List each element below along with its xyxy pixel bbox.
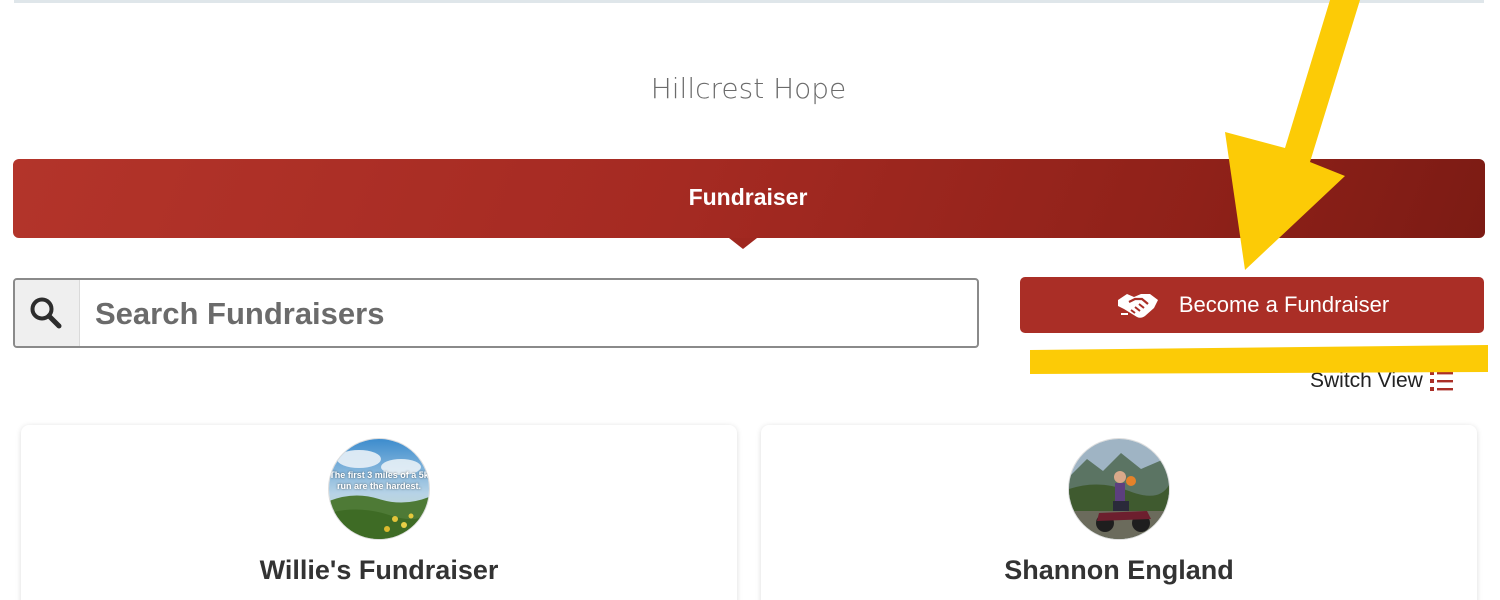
top-divider: [14, 0, 1484, 3]
switch-view-label: Switch View: [1310, 369, 1423, 392]
become-fundraiser-label: Become a Fundraiser: [1178, 292, 1390, 317]
fundraiser-name[interactable]: Shannon England: [761, 555, 1477, 586]
fundraiser-card[interactable]: Shannon England: [761, 425, 1477, 600]
list-view-icon: [1429, 371, 1453, 391]
fundraiser-card[interactable]: The first 3 miles of a 5k run are the ha…: [21, 425, 737, 600]
search-icon[interactable]: [15, 280, 80, 346]
search-bar: [13, 278, 979, 348]
tab-bar: Fundraiser: [13, 159, 1485, 238]
avatar-caption: The first 3 miles of a 5k run are the ha…: [329, 470, 429, 491]
fundraiser-name[interactable]: Willie's Fundraiser: [21, 555, 737, 586]
tab-fundraiser[interactable]: Fundraiser: [13, 184, 1483, 211]
become-fundraiser-button[interactable]: Become a Fundraiser: [1020, 277, 1484, 333]
switch-view-toggle[interactable]: Switch View: [1310, 368, 1455, 394]
search-input[interactable]: [81, 280, 977, 346]
avatar: [1069, 439, 1169, 539]
org-title: Hillcrest Hope: [650, 72, 847, 105]
handshake-icon: [1117, 294, 1158, 318]
avatar: The first 3 miles of a 5k run are the ha…: [329, 439, 429, 539]
fundraiser-page: Hillcrest Hope Fundraiser Become a Fundr…: [0, 0, 1500, 600]
active-tab-pointer: [729, 238, 757, 249]
